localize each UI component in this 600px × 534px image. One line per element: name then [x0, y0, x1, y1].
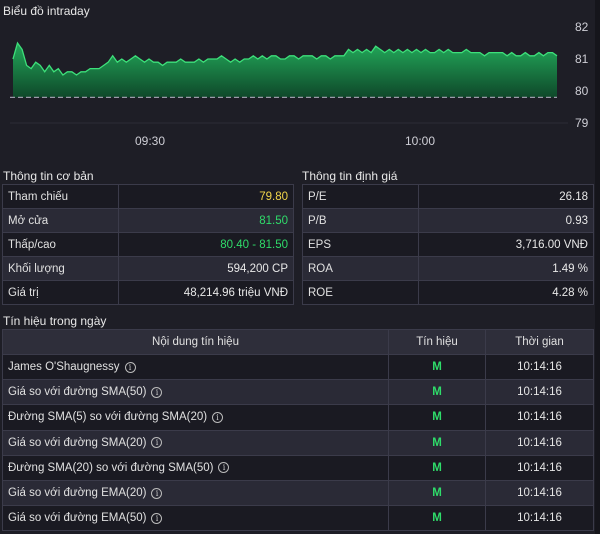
basic-info-label: Giá trị	[2, 280, 119, 305]
signal-row[interactable]: James O'Shaugnessy i M 10:14:16	[2, 353, 594, 381]
info-icon[interactable]: i	[124, 361, 136, 373]
valuation-row: P/E 26.18	[302, 184, 594, 209]
signal-time: 10:14:16	[485, 353, 594, 381]
valuation-table: P/E 26.18 P/B 0.93 EPS 3,716.00 VNĐ ROA 1.49 % R…	[302, 184, 594, 305]
basic-info-value: 79.80	[118, 184, 294, 209]
signal-time: 10:14:16	[485, 454, 594, 481]
page-scrollbar[interactable]	[595, 0, 600, 534]
signal-row[interactable]: Giá so với đường SMA(20) i M 10:14:16	[2, 429, 594, 456]
signal-content: Giá so với đường SMA(50)	[8, 386, 147, 399]
y-tick-label: 82	[575, 20, 589, 34]
info-icon[interactable]: i	[151, 512, 163, 524]
signal-content: James O'Shaugnessy	[8, 361, 120, 374]
signal-time: 10:14:16	[485, 479, 594, 507]
basic-info-row: Khối lượng 594,200 CP	[2, 256, 294, 281]
signal-content: Đường SMA(20) so với đường SMA(50)	[8, 461, 214, 474]
basic-info-label: Khối lượng	[2, 256, 119, 281]
signal-value: M	[388, 505, 486, 532]
header-content[interactable]: Nội dung tín hiệu	[2, 329, 389, 355]
header-time[interactable]: Thời gian	[485, 329, 594, 355]
signal-row[interactable]: Giá so với đường EMA(20) i M 10:14:16	[2, 479, 594, 507]
info-icon[interactable]: i	[151, 386, 163, 398]
signal-row[interactable]: Đường SMA(5) so với đường SMA(20) i M 10:14…	[2, 404, 594, 431]
signal-row[interactable]: Giá so với đường SMA(50) i M 10:14:16	[2, 379, 594, 406]
valuation-row: P/B 0.93	[302, 208, 594, 233]
signal-value: M	[388, 429, 486, 456]
x-tick-label: 10:00	[405, 134, 435, 148]
valuation-label: ROA	[302, 256, 419, 281]
info-icon[interactable]: i	[151, 487, 163, 499]
valuation-row: ROA 1.49 %	[302, 256, 594, 281]
signal-time: 10:14:16	[485, 404, 594, 431]
signal-content-cell: Đường SMA(20) so với đường SMA(50) i	[2, 454, 389, 481]
price-area	[13, 43, 557, 98]
basic-info-row: Giá trị 48,214.96 triệu VNĐ	[2, 280, 294, 305]
basic-info-label: Mở cửa	[2, 208, 119, 233]
signals-table: Nội dung tín hiệu Tín hiệu Thời gian Jam…	[2, 329, 594, 532]
y-tick-label: 81	[575, 52, 589, 66]
valuation-label: ROE	[302, 280, 419, 305]
info-icon[interactable]: i	[151, 437, 163, 449]
info-icon[interactable]: i	[212, 411, 224, 423]
signals-header-row: Nội dung tín hiệu Tín hiệu Thời gian	[2, 329, 594, 355]
signal-content: Giá so với đường EMA(20)	[8, 487, 147, 500]
basic-info-value: 48,214.96 triệu VNĐ	[118, 280, 294, 305]
valuation-label: P/B	[302, 208, 419, 233]
signal-value: M	[388, 479, 486, 507]
signal-content-cell: James O'Shaugnessy i	[2, 353, 389, 381]
basic-info-label: Thấp/cao	[2, 232, 119, 257]
basic-info-title: Thông tin cơ bản	[3, 169, 94, 183]
signal-content-cell: Giá so với đường SMA(50) i	[2, 379, 389, 406]
valuation-label: P/E	[302, 184, 419, 209]
basic-info-row: Thấp/cao 80.40 - 81.50	[2, 232, 294, 257]
signal-content-cell: Đường SMA(5) so với đường SMA(20) i	[2, 404, 389, 431]
signal-value: M	[388, 353, 486, 381]
intraday-chart: Biểu đồ intraday 82 81 80 79 09:30 10:00	[0, 0, 600, 160]
basic-info-value: 594,200 CP	[118, 256, 294, 281]
valuation-row: ROE 4.28 %	[302, 280, 594, 305]
signals-title: Tín hiệu trong ngày	[3, 314, 107, 328]
chart-svg: 82 81 80 79 09:30 10:00	[10, 20, 589, 148]
signal-content: Giá so với đường EMA(50)	[8, 512, 147, 525]
signal-content: Giá so với đường SMA(20)	[8, 436, 147, 449]
basic-info-table: Tham chiếu 79.80 Mở cửa 81.50 Thấp/cao 80.40 …	[2, 184, 294, 305]
signal-row[interactable]: Đường SMA(20) so với đường SMA(50) i M 10:1…	[2, 454, 594, 481]
y-tick-label: 80	[575, 84, 589, 98]
signal-time: 10:14:16	[485, 429, 594, 456]
x-tick-label: 09:30	[135, 134, 165, 148]
signal-content-cell: Giá so với đường EMA(20) i	[2, 479, 389, 507]
info-icon[interactable]: i	[218, 462, 230, 474]
signal-value: M	[388, 404, 486, 431]
valuation-value: 1.49 %	[418, 256, 594, 281]
valuation-value: 3,716.00 VNĐ	[418, 232, 594, 257]
valuation-title: Thông tin định giá	[302, 169, 398, 183]
valuation-value: 26.18	[418, 184, 594, 209]
signal-value: M	[388, 379, 486, 406]
header-signal[interactable]: Tín hiệu	[388, 329, 486, 355]
signal-content-cell: Giá so với đường EMA(50) i	[2, 505, 389, 532]
signal-content: Đường SMA(5) so với đường SMA(20)	[8, 411, 208, 424]
basic-info-value: 80.40 - 81.50	[118, 232, 294, 257]
valuation-value: 0.93	[418, 208, 594, 233]
signal-content-cell: Giá so với đường SMA(20) i	[2, 429, 389, 456]
signal-time: 10:14:16	[485, 379, 594, 406]
signal-value: M	[388, 454, 486, 481]
basic-info-row: Mở cửa 81.50	[2, 208, 294, 233]
valuation-row: EPS 3,716.00 VNĐ	[302, 232, 594, 257]
signal-row[interactable]: Giá so với đường EMA(50) i M 10:14:16	[2, 505, 594, 532]
signal-time: 10:14:16	[485, 505, 594, 532]
y-tick-label: 79	[575, 116, 589, 130]
basic-info-row: Tham chiếu 79.80	[2, 184, 294, 209]
basic-info-label: Tham chiếu	[2, 184, 119, 209]
basic-info-value: 81.50	[118, 208, 294, 233]
valuation-label: EPS	[302, 232, 419, 257]
valuation-value: 4.28 %	[418, 280, 594, 305]
